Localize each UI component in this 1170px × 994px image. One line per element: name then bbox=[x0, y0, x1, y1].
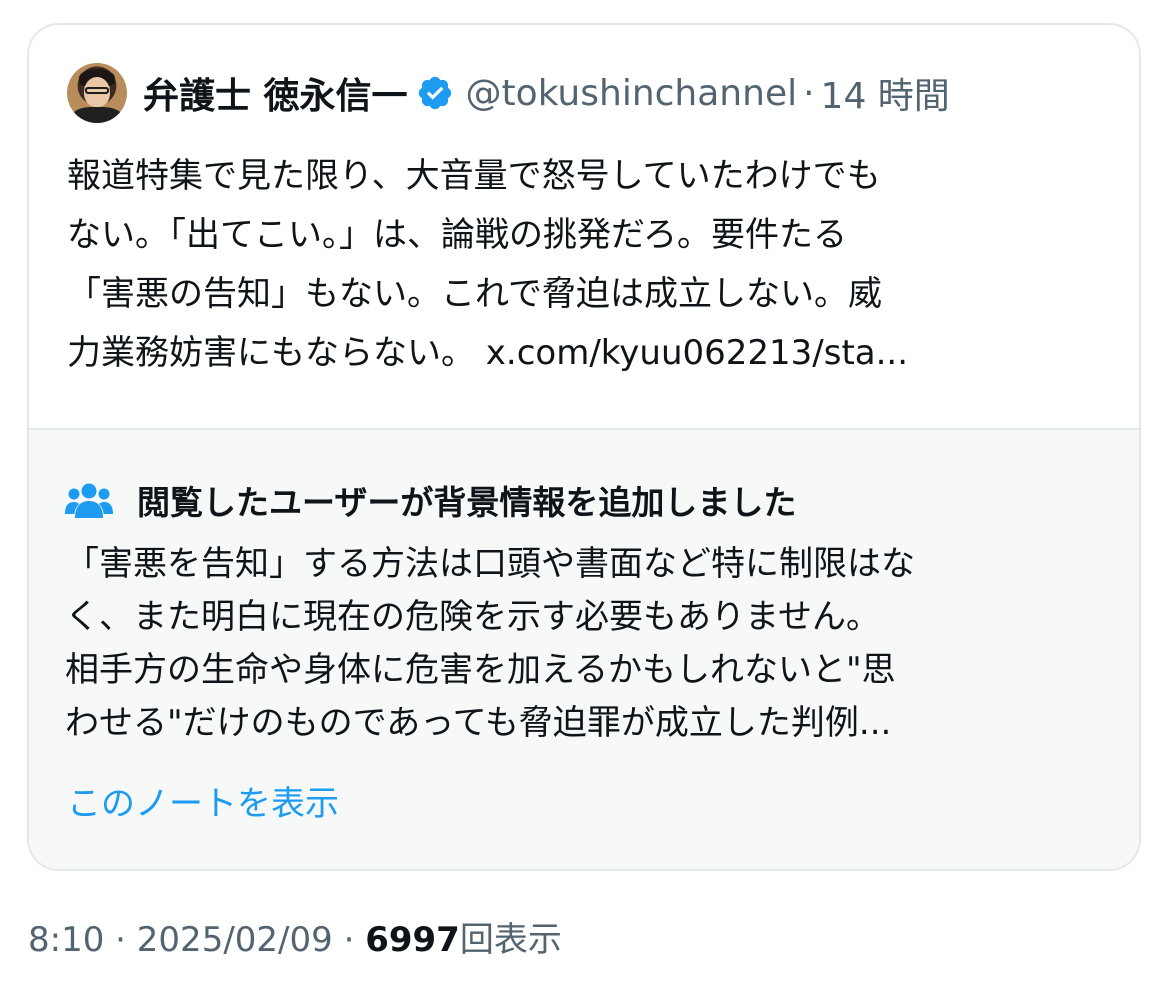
tweet-detail: 弁護士 徳永信一 @tokushinchannel · 14 時間 報道特集で見… bbox=[0, 0, 1170, 994]
tweet-time[interactable]: 8:10 bbox=[28, 920, 104, 960]
avatar-shirt bbox=[72, 107, 122, 123]
note-text-line: 「害悪を告知」する方法は口頭や書面など特に制限はな bbox=[65, 544, 915, 584]
meta-separator: · bbox=[343, 920, 355, 960]
verified-badge-icon bbox=[418, 76, 451, 110]
tweet-text-line: 報道特集で見た限り、大音量で怒号していたわけでも bbox=[67, 156, 881, 196]
users-icon bbox=[65, 483, 113, 518]
note-text-line: く、また明白に現在の危険を示す必要もありません。 bbox=[65, 597, 880, 637]
community-note-header: 閲覧したユーザーが背景情報を追加しました bbox=[65, 478, 796, 522]
header-separator: · bbox=[803, 72, 815, 114]
quoted-tweet-text: 報道特集で見た限り、大音量で怒号していたわけでも ない。「出てこい。」は、論戦の… bbox=[67, 147, 1107, 383]
tweet-meta: 8:10 · 2025/02/09 · 6997回表示 bbox=[28, 912, 562, 961]
quoted-tweet-card[interactable]: 弁護士 徳永信一 @tokushinchannel · 14 時間 報道特集で見… bbox=[27, 23, 1141, 871]
tweet-text-line: 「害悪の告知」もない。これで脅迫は成立しない。威 bbox=[67, 274, 882, 314]
avatar[interactable] bbox=[67, 63, 127, 123]
tweet-text-line: ない。「出てこい。」は、論戦の挑発だろ。要件たる bbox=[67, 215, 847, 255]
note-text-line: 相手方の生命や身体に危害を加えるかもしれないと"思 bbox=[65, 650, 896, 690]
quoted-tweet-content[interactable]: 弁護士 徳永信一 @tokushinchannel · 14 時間 報道特集で見… bbox=[29, 25, 1139, 428]
views-count[interactable]: 6997 bbox=[365, 920, 460, 960]
note-text-line: わせる"だけのものであっても脅迫罪が成立した判例... bbox=[65, 703, 892, 743]
meta-separator: · bbox=[115, 920, 126, 960]
tweet-text-line: 力業務妨害にもならない。 x.com/kyuu062213/sta... bbox=[67, 333, 909, 373]
community-note-title: 閲覧したユーザーが背景情報を追加しました bbox=[137, 483, 797, 522]
avatar-glasses bbox=[85, 87, 109, 94]
time-ago[interactable]: 14 時間 bbox=[821, 67, 950, 119]
views-label[interactable]: 回表示 bbox=[460, 920, 562, 960]
community-note: 閲覧したユーザーが背景情報を追加しました 「害悪を告知」する方法は口頭や書面など… bbox=[29, 428, 1139, 869]
quoted-tweet-header: 弁護士 徳永信一 @tokushinchannel · 14 時間 bbox=[67, 63, 950, 123]
show-note-link[interactable]: このノートを表示 bbox=[67, 776, 339, 825]
author-name[interactable]: 弁護士 徳永信一 bbox=[143, 67, 408, 119]
tweet-date[interactable]: 2025/02/09 bbox=[137, 920, 333, 960]
community-note-body: 「害悪を告知」する方法は口頭や書面など特に制限はな く、また明白に現在の危険を示… bbox=[65, 538, 1115, 750]
author-handle[interactable]: @tokushinchannel bbox=[466, 73, 798, 114]
